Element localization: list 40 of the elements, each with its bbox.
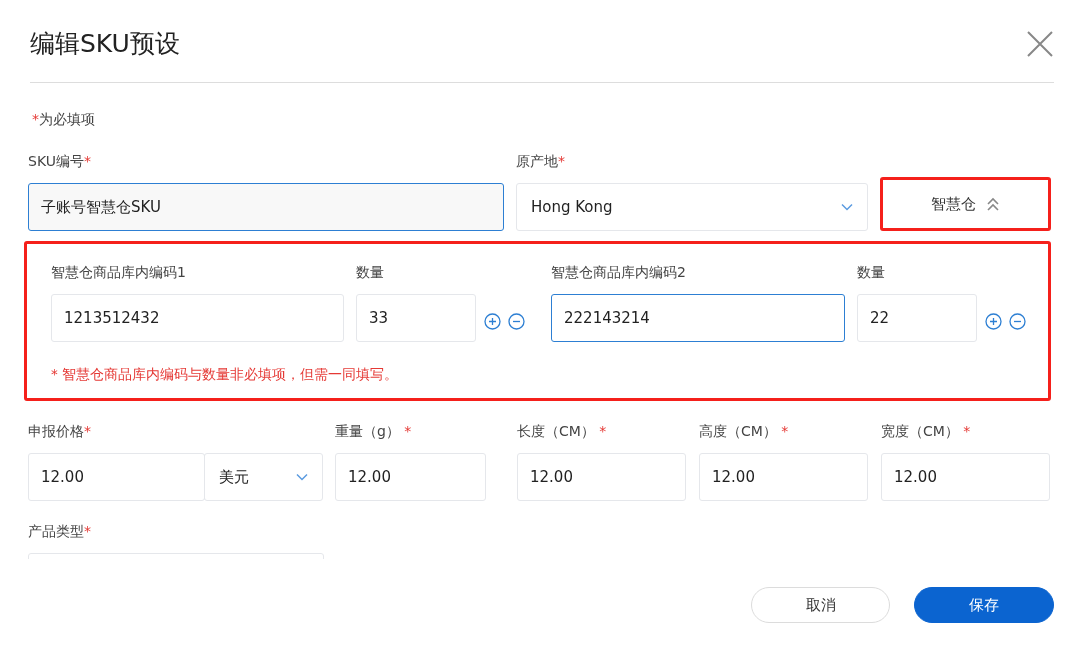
number-field[interactable]: 12.00 xyxy=(517,453,686,502)
field-label: 重量（g） * xyxy=(335,422,413,442)
smart-warehouse-toggle[interactable]: 智慧仓 xyxy=(880,177,1051,231)
quantity-field[interactable]: 22 xyxy=(857,294,977,342)
number-field[interactable]: 12.00 xyxy=(881,453,1050,502)
chevron-down-icon xyxy=(841,203,853,211)
select-value: 美元 xyxy=(219,467,249,488)
price-field[interactable]: 12.00 xyxy=(28,453,205,502)
double-chevron-up-icon xyxy=(986,197,1000,211)
code-field[interactable]: 222143214 xyxy=(551,294,845,342)
number-field[interactable]: 12.00 xyxy=(335,453,486,502)
field-label: 数量 xyxy=(356,263,385,282)
save-button[interactable]: 保存 xyxy=(914,587,1054,624)
field-label: 长度（CM） * xyxy=(517,422,608,442)
chevron-down-icon xyxy=(296,473,308,482)
required-note: *为必填项 xyxy=(32,110,95,129)
field-label: 高度（CM） * xyxy=(699,422,790,442)
code-field[interactable]: 1213512432 xyxy=(51,294,344,342)
field-label: 原产地* xyxy=(516,152,566,171)
field-label: 产品类型* xyxy=(28,522,92,542)
number-field[interactable]: 12.00 xyxy=(699,453,868,502)
close-button[interactable] xyxy=(1026,30,1054,58)
select-value: Hong Kong xyxy=(531,196,613,218)
sku-field[interactable]: 子账号智慧仓SKU xyxy=(28,183,504,231)
field-label: 宽度（CM） * xyxy=(881,422,972,442)
dialog-title: 编辑SKU预设 xyxy=(30,31,180,56)
currency-select[interactable]: 美元 xyxy=(204,453,323,502)
field-label: SKU编号* xyxy=(28,152,92,171)
remove-button[interactable] xyxy=(1009,310,1026,327)
add-button[interactable] xyxy=(484,310,501,327)
field-label: 申报价格* xyxy=(28,422,92,442)
hint-text: * 智慧仓商品库内编码与数量非必填项，但需一同填写。 xyxy=(51,365,400,384)
field-label: 数量 xyxy=(857,263,886,282)
origin-select[interactable]: Hong Kong xyxy=(516,183,868,231)
add-button[interactable] xyxy=(985,310,1002,327)
remove-button[interactable] xyxy=(508,310,525,327)
quantity-field[interactable]: 33 xyxy=(356,294,476,342)
cancel-button[interactable]: 取消 xyxy=(751,587,890,624)
field-label: 智慧仓商品库内编码2 xyxy=(551,263,687,282)
field-label: 智慧仓商品库内编码1 xyxy=(51,263,187,282)
